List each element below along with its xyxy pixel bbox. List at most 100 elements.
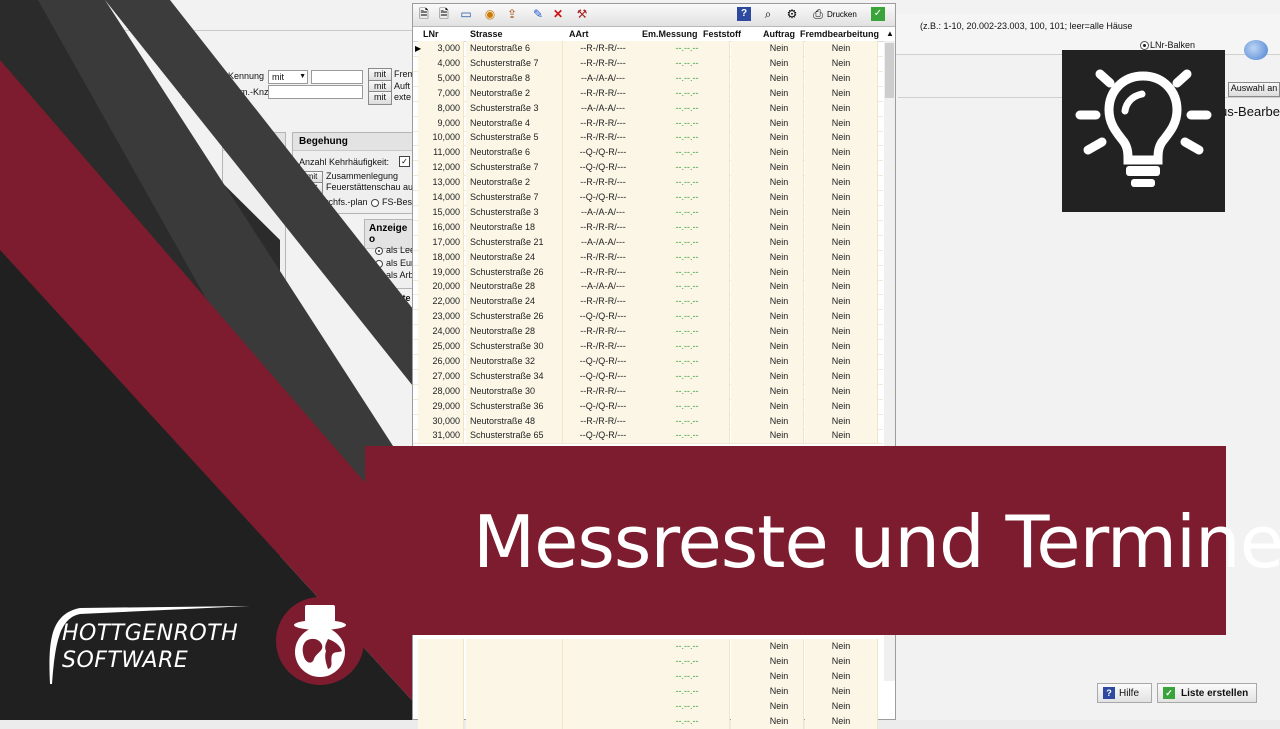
- bearbeitung-tab[interactable]: us-Bearbe: [1220, 104, 1280, 119]
- cell-background: [731, 398, 762, 414]
- table-row[interactable]: --.--.-- Nein Nein: [413, 683, 883, 699]
- pen-icon[interactable]: ✎: [531, 7, 545, 21]
- table-row[interactable]: 18,000 Neutorstraße 24 --R-/R-R/--- --.--.-…: [413, 249, 883, 266]
- durchfs-radio[interactable]: [303, 199, 311, 207]
- col-fremdbearbeitung[interactable]: Fremdbearbeitung: [800, 29, 879, 39]
- table-row[interactable]: 24,000 Neutorstraße 28 --R-/R-R/--- --.--.-…: [413, 324, 883, 341]
- table-row[interactable]: 17,000 Schusterstraße 21 --A-/A-A/--- --.--…: [413, 234, 883, 251]
- table-cell-aart: --A-/A-A/---: [581, 72, 625, 83]
- pie-chart-icon[interactable]: [1244, 40, 1268, 60]
- help-icon[interactable]: ?: [737, 7, 751, 21]
- export-icon[interactable]: ⇪: [505, 7, 519, 21]
- kennung-value-input[interactable]: [311, 70, 363, 84]
- table-row[interactable]: 20,000 Neutorstraße 28 --A-/A-A/--- --.--.-…: [413, 279, 883, 296]
- window-icon[interactable]: ▭: [459, 7, 473, 21]
- search-icon[interactable]: 🔍: [208, 69, 222, 82]
- table-cell-auftrag: Nein: [769, 641, 789, 651]
- table-row[interactable]: 14,000 Schusterstraße 7 --Q-/Q-R/--- --.--.…: [413, 190, 883, 206]
- search-doc-icon[interactable]: 🗎: [417, 7, 431, 21]
- col-strasse[interactable]: Strasse: [470, 29, 503, 39]
- settings-icon[interactable]: ⚙: [785, 7, 799, 21]
- table-row[interactable]: 22,000 Neutorstraße 24 --R-/R-R/--- --.--.-…: [413, 294, 883, 311]
- anzahl-checkbox[interactable]: ✓: [399, 156, 410, 167]
- create-list-button[interactable]: ✓ Liste erstellen: [1157, 683, 1257, 703]
- gem-knz-input[interactable]: [268, 85, 363, 99]
- anzeige-radio-2[interactable]: [375, 260, 383, 268]
- scroll-up-icon[interactable]: ▲: [886, 29, 894, 38]
- table-row[interactable]: 12,000 Schusterstraße 7 --Q-/Q-R/--- --.--.…: [413, 160, 883, 177]
- table-cell-aart: --R-/R-R/---: [580, 43, 626, 53]
- filter-input-2[interactable]: [182, 84, 207, 98]
- table-cell-em-messung: --.--.--: [675, 715, 699, 726]
- tools-icon[interactable]: ⚒: [575, 7, 589, 21]
- table-row[interactable]: --.--.-- Nein Nein: [413, 698, 883, 714]
- table-row[interactable]: 4,000 Schusterstraße 7 --R-/R-R/--- --.--.-…: [413, 55, 883, 72]
- anzeige-radio-3[interactable]: [375, 272, 383, 280]
- table-row[interactable]: 25,000 Schusterstraße 30 --R-/R-R/--- --.--…: [413, 339, 883, 355]
- anzeige-radio-1[interactable]: [375, 247, 383, 255]
- table-cell-strasse: Neutorstraße 6: [470, 43, 531, 53]
- mit-button-5[interactable]: mit: [301, 182, 323, 194]
- table-row[interactable]: 8,000 Schusterstraße 3 --A-/A-A/--- --.--.-…: [413, 100, 883, 117]
- table-row[interactable]: --.--.-- Nein Nein: [413, 713, 883, 729]
- anzahl-label: Anzahl Kehrhäufigkeit:: [299, 157, 390, 167]
- table-cell-aart: --A-/A-A/---: [581, 281, 625, 292]
- table-row[interactable]: --.--.-- Nein Nein: [413, 653, 883, 669]
- table-row[interactable]: 9,000 Neutorstraße 4 --R-/R-R/--- --.--.-- N…: [413, 115, 883, 132]
- table-row[interactable]: 11,000 Neutorstraße 6 --Q-/Q-R/--- --.--.--…: [413, 145, 883, 162]
- help-button[interactable]: ? Hilfe: [1097, 683, 1152, 703]
- table-cell-fremdbearbeitung: Nein: [831, 655, 851, 666]
- col-auftrag[interactable]: Auftrag: [763, 29, 795, 39]
- search-doc2-icon[interactable]: 🗎: [437, 7, 451, 21]
- search-icon[interactable]: 🔍: [208, 83, 222, 96]
- printer-icon[interactable]: ⎙: [811, 7, 825, 21]
- col-feststoff[interactable]: Feststoff: [703, 29, 741, 39]
- scrollbar-thumb[interactable]: [885, 43, 894, 98]
- table-cell-auftrag: Nein: [769, 296, 789, 307]
- table-cell-strasse: Neutorstraße 4: [470, 117, 531, 128]
- table-cell-strasse: Neutorstraße 28: [470, 281, 536, 292]
- table-row[interactable]: --.--.-- Nein Nein: [413, 668, 883, 684]
- table-row[interactable]: 23,000 Schusterstraße 26 --Q-/Q-R/--- --.--…: [413, 309, 883, 326]
- table-row[interactable]: 19,000 Schusterstraße 26 --R-/R-R/--- --.--…: [413, 264, 883, 281]
- col-lnr[interactable]: LNr: [423, 29, 439, 39]
- col-em-messung[interactable]: Em.Messung: [642, 29, 698, 39]
- table-row[interactable]: 13,000 Neutorstraße 2 --R-/R-R/--- --.--.--…: [413, 175, 883, 192]
- table-row[interactable]: 5,000 Neutorstraße 8 --A-/A-A/--- --.--.-- N…: [413, 70, 883, 87]
- chevron-down-icon: ▼: [299, 73, 306, 80]
- table-row[interactable]: 16,000 Neutorstraße 18 --R-/R-R/--- --.--.-…: [413, 219, 883, 236]
- table-row[interactable]: 28,000 Neutorstraße 30 --R-/R-R/--- --.--.-…: [413, 383, 883, 400]
- check-icon[interactable]: ✓: [871, 7, 885, 21]
- cell-background: [418, 698, 464, 714]
- table-cell-em-messung: --.--.--: [675, 117, 699, 128]
- table-row[interactable]: 27,000 Schusterstraße 34 --Q-/Q-R/--- --.--…: [413, 368, 883, 385]
- table-cell-strasse: Neutorstraße 30: [470, 385, 536, 396]
- mit-button-3[interactable]: mit: [368, 91, 392, 105]
- cell-background: [731, 145, 762, 161]
- ohne-select[interactable]: (ohne): [380, 312, 412, 328]
- kennung-select[interactable]: mit ▼: [268, 70, 308, 84]
- filter-input-1[interactable]: [182, 69, 207, 83]
- table-cell-aart: --R-/R-R/---: [580, 266, 626, 277]
- table-row[interactable]: 31,000 Schusterstraße 65 --Q-/Q-R/--- --.--…: [413, 428, 883, 445]
- table-row[interactable]: 7,000 Neutorstraße 2 --R-/R-R/--- --.--.-- N…: [413, 85, 883, 102]
- table-row[interactable]: 3,000 Neutorstraße 6 --R-/R-R/--- --.--.-- N…: [413, 41, 883, 57]
- table-row[interactable]: 10,000 Schusterstraße 5 --R-/R-R/--- --.--.…: [413, 130, 883, 147]
- zoom-icon[interactable]: ⌕: [761, 7, 775, 21]
- col-aart[interactable]: AArt: [569, 29, 589, 39]
- table-cell-strasse: Schusterstraße 26: [470, 311, 544, 322]
- table-cell-aart: --Q-/Q-R/---: [579, 355, 627, 366]
- palette-icon[interactable]: ◉: [483, 7, 497, 21]
- table-row[interactable]: 15,000 Schusterstraße 3 --A-/A-A/--- --.--.…: [413, 204, 883, 221]
- fs-bes-radio[interactable]: [371, 199, 379, 207]
- table-cell-fremdbearbeitung: Nein: [831, 221, 851, 232]
- print-label[interactable]: Drucken: [827, 10, 857, 19]
- table-row[interactable]: 26,000 Neutorstraße 32 --Q-/Q-R/--- --.--.-…: [413, 353, 883, 370]
- table-row[interactable]: --.--.-- Nein Nein: [413, 639, 883, 654]
- delete-icon[interactable]: ✕: [551, 7, 565, 21]
- table-cell-aart: --R-/R-R/---: [580, 341, 626, 351]
- lnr-balken-radio[interactable]: [1140, 41, 1149, 50]
- auswahl-button[interactable]: Auswahl an: [1228, 82, 1280, 97]
- table-row[interactable]: 30,000 Neutorstraße 48 --R-/R-R/--- --.--.-…: [413, 413, 883, 430]
- table-row[interactable]: 29,000 Schusterstraße 36 --Q-/Q-R/--- --.--…: [413, 398, 883, 415]
